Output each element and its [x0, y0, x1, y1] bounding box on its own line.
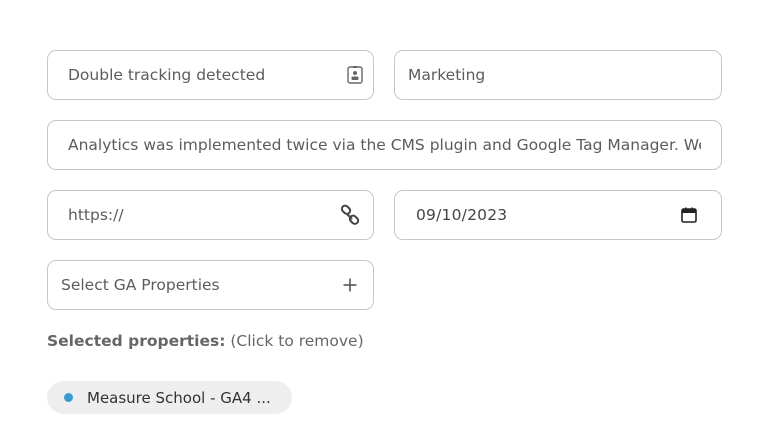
selected-properties-hint: (Click to remove) [230, 332, 364, 350]
url-field[interactable]: https:// [47, 190, 374, 240]
title-field[interactable]: Double tracking detected [47, 50, 374, 100]
title-value: Double tracking detected [68, 66, 266, 84]
plus-icon[interactable] [343, 278, 357, 292]
url-placeholder: https:// [68, 206, 124, 224]
link-icon [339, 204, 361, 226]
selected-property-chip[interactable]: Measure School - GA4 ... [47, 381, 292, 414]
contact-card-icon[interactable] [347, 66, 363, 84]
calendar-icon[interactable] [681, 207, 697, 223]
selected-properties-label: Selected properties: [47, 332, 226, 350]
ga-properties-select[interactable]: Select GA Properties [47, 260, 374, 310]
selected-properties-heading: Selected properties: (Click to remove) [47, 332, 364, 350]
date-field[interactable]: 09/10/2023 [394, 190, 722, 240]
description-field[interactable]: Analytics was implemented twice via the … [47, 120, 722, 170]
category-value: Marketing [408, 66, 486, 84]
ga-properties-placeholder: Select GA Properties [61, 276, 220, 294]
property-status-dot [64, 393, 73, 402]
category-field[interactable]: Marketing [394, 50, 722, 100]
selected-property-label: Measure School - GA4 ... [87, 388, 271, 407]
date-value: 09/10/2023 [416, 206, 508, 224]
description-value: Analytics was implemented twice via the … [68, 136, 701, 154]
